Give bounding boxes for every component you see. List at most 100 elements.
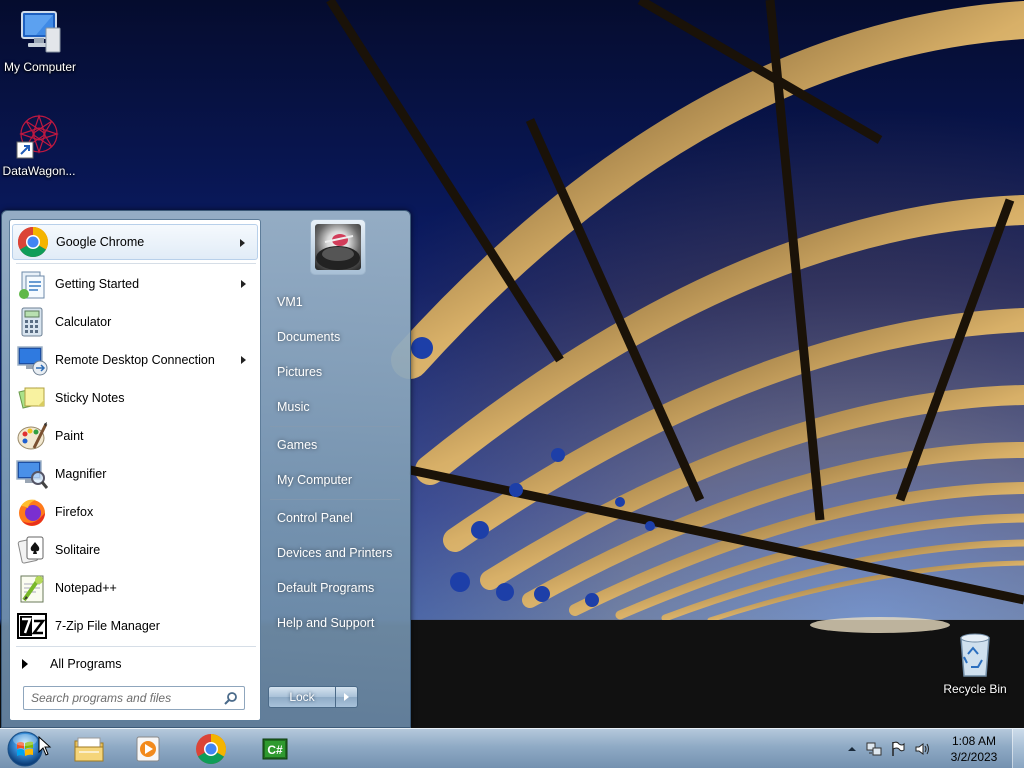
system-clock[interactable]: 1:08 AM 3/2/2023 — [940, 733, 1008, 767]
taskbar-media-player[interactable] — [122, 731, 176, 767]
start-link-label: My Computer — [277, 473, 353, 487]
user-avatar-image — [315, 224, 361, 270]
program-sticky-notes[interactable]: Sticky Notes — [12, 380, 258, 416]
program-label: Remote Desktop Connection — [55, 353, 215, 367]
start-link-pictures[interactable]: Pictures — [270, 357, 404, 387]
program-label: Google Chrome — [56, 235, 145, 249]
clock-time: 1:08 AM — [951, 734, 997, 748]
remote-desktop-icon — [16, 344, 48, 376]
start-link-user[interactable]: VM1 — [270, 287, 404, 317]
triangle-right-icon — [22, 659, 28, 669]
all-programs-button[interactable]: All Programs — [18, 652, 254, 676]
chevron-right-icon — [344, 693, 349, 701]
show-desktop-button[interactable] — [1012, 729, 1024, 768]
start-link-label: VM1 — [277, 295, 303, 309]
notepadpp-icon — [16, 572, 48, 604]
start-link-default-programs[interactable]: Default Programs — [270, 573, 404, 603]
program-label: Getting Started — [55, 277, 140, 291]
start-link-label: Default Programs — [277, 581, 375, 595]
program-label: Magnifier — [55, 467, 107, 481]
divider — [16, 263, 256, 264]
volume-icon[interactable] — [914, 741, 930, 757]
program-getting-started[interactable]: Getting Started — [12, 266, 258, 302]
program-label: 7-Zip File Manager — [55, 619, 160, 633]
program-paint[interactable]: Paint — [12, 418, 258, 454]
firefox-icon — [16, 496, 48, 528]
start-link-label: Games — [277, 438, 318, 452]
program-label: Calculator — [55, 315, 112, 329]
start-link-devices-and-printers[interactable]: Devices and Printers — [270, 538, 404, 568]
taskbar-file-explorer[interactable] — [62, 731, 116, 767]
program-7zip-file-manager[interactable]: 7-Zip File Manager — [12, 608, 258, 644]
program-label: Firefox — [55, 505, 94, 519]
desktop-icon-label: My Computer — [3, 60, 77, 74]
start-menu-programs-pane: Google Chrome Getting Started Calculator… — [9, 219, 261, 721]
start-link-my-computer[interactable]: My Computer — [270, 465, 404, 495]
calculator-icon — [16, 306, 48, 338]
shutdown-options-button[interactable] — [336, 686, 358, 708]
search-input[interactable] — [31, 688, 217, 708]
search-icon[interactable] — [224, 691, 238, 705]
program-label: Sticky Notes — [55, 391, 125, 405]
taskbar-google-chrome[interactable] — [184, 731, 238, 767]
svg-text:C#: C# — [267, 743, 283, 757]
program-calculator[interactable]: Calculator — [12, 304, 258, 340]
divider — [270, 499, 400, 500]
start-link-label: Help and Support — [277, 616, 375, 630]
submenu-arrow-icon[interactable] — [240, 239, 245, 247]
start-link-label: Music — [277, 400, 310, 414]
submenu-arrow-icon[interactable] — [241, 356, 246, 364]
file-explorer-icon — [74, 737, 104, 762]
notification-area — [842, 729, 942, 768]
start-link-control-panel[interactable]: Control Panel — [270, 503, 404, 533]
desktop-icon-label: DataWagon... — [2, 164, 76, 178]
program-magnifier[interactable]: Magnifier — [12, 456, 258, 492]
start-link-help-and-support[interactable]: Help and Support — [270, 608, 404, 638]
media-player-icon — [136, 736, 160, 762]
action-center-flag-icon[interactable] — [890, 741, 906, 757]
program-solitaire[interactable]: Solitaire — [12, 532, 258, 568]
program-google-chrome[interactable]: Google Chrome — [12, 224, 258, 260]
desktop-icon-recycle-bin[interactable]: Recycle Bin — [935, 630, 1015, 696]
recycle-bin-icon — [951, 630, 999, 678]
getting-started-icon — [16, 268, 48, 300]
datawagon-shortcut-icon — [15, 112, 63, 160]
start-search-box[interactable] — [23, 686, 245, 710]
csharp-ide-icon: C# — [262, 738, 288, 760]
desktop-icon-my-computer[interactable]: My Computer — [0, 8, 80, 74]
paint-icon — [16, 420, 48, 452]
program-label: Solitaire — [55, 543, 101, 557]
start-link-label: Documents — [277, 330, 341, 344]
start-link-label: Devices and Printers — [277, 546, 393, 560]
submenu-arrow-icon[interactable] — [241, 280, 246, 288]
divider — [16, 646, 256, 647]
chrome-icon — [17, 226, 49, 258]
mouse-cursor-icon — [38, 736, 52, 756]
program-notepadpp[interactable]: Notepad++ — [12, 570, 258, 606]
desktop-icon-label: Recycle Bin — [943, 682, 1007, 696]
user-account-picture[interactable] — [310, 219, 366, 275]
start-link-label: Control Panel — [277, 511, 353, 525]
start-link-label: Pictures — [277, 365, 323, 379]
program-firefox[interactable]: Firefox — [12, 494, 258, 530]
taskbar-csharp-ide[interactable]: C# — [248, 731, 302, 767]
solitaire-icon — [16, 534, 48, 566]
network-icon[interactable] — [866, 741, 882, 757]
program-label: Paint — [55, 429, 84, 443]
desktop-icon-datawagon[interactable]: DataWagon... — [0, 112, 79, 178]
computer-icon — [16, 8, 64, 56]
lock-label: Lock — [289, 690, 315, 704]
chevron-up-icon[interactable] — [844, 741, 860, 757]
program-remote-desktop-connection[interactable]: Remote Desktop Connection — [12, 342, 258, 378]
7zip-icon — [16, 610, 48, 642]
magnifier-icon — [16, 458, 49, 490]
clock-date: 3/2/2023 — [950, 750, 998, 764]
taskbar: C# 1:08 AM 3/2/2023 — [0, 728, 1024, 768]
start-link-music[interactable]: Music — [270, 392, 404, 422]
start-link-games[interactable]: Games — [270, 430, 404, 460]
lock-button[interactable]: Lock — [268, 686, 336, 708]
all-programs-label: All Programs — [50, 657, 122, 671]
start-link-documents[interactable]: Documents — [270, 322, 404, 352]
program-label: Notepad++ — [55, 581, 117, 595]
divider — [270, 426, 400, 427]
